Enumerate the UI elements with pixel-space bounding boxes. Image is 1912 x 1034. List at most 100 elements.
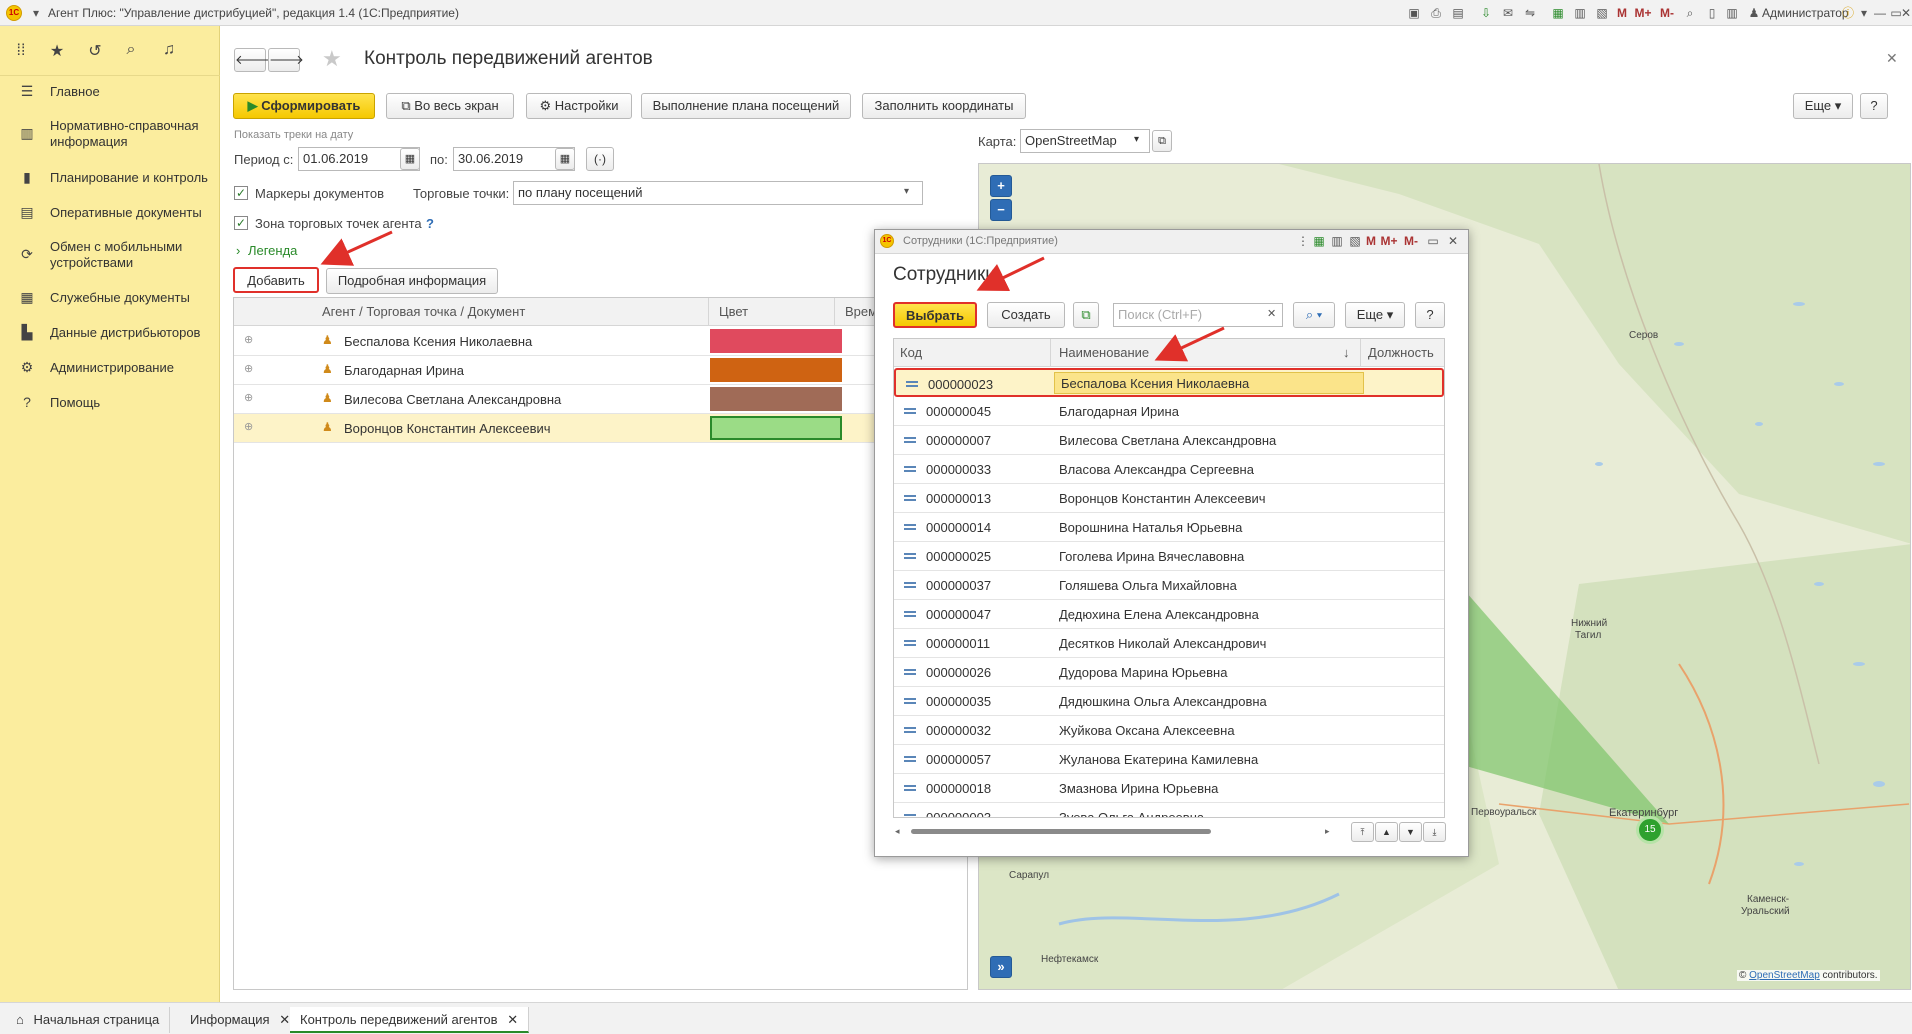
col-color[interactable]: Цвет xyxy=(709,298,748,326)
agent-color-swatch[interactable] xyxy=(710,416,842,440)
employee-row[interactable]: 000000003 Зуева Ольга Андреевна xyxy=(894,803,1444,817)
calendar-to-icon[interactable]: ▦ xyxy=(555,148,575,170)
download-icon[interactable]: ⇩ xyxy=(1478,5,1494,21)
agent-color-swatch[interactable] xyxy=(710,387,842,411)
agent-row[interactable]: ⊕ ♟ Благодарная Ирина xyxy=(234,356,967,385)
more-button[interactable]: Еще ▾ xyxy=(1793,93,1853,119)
sidebar-item-administration[interactable]: Администрирование xyxy=(0,360,220,376)
sidebar-item-reference[interactable]: Нормативно-справочная информация xyxy=(0,118,220,150)
employee-row[interactable]: 000000037 Голяшева Ольга Михайловна xyxy=(894,571,1444,600)
employee-row[interactable]: 000000035 Дядюшкина Ольга Александровна xyxy=(894,687,1444,716)
employee-row[interactable]: 000000026 Дудорова Марина Юрьевна xyxy=(894,658,1444,687)
memory-plus-icon[interactable]: M+ xyxy=(1632,5,1654,21)
close-window-icon[interactable]: ✕ xyxy=(1900,5,1912,21)
doc-markers-checkbox[interactable]: ✓ xyxy=(234,186,248,200)
close-tab-icon[interactable]: ✕ xyxy=(507,1012,518,1027)
calendar-from-icon[interactable]: ▦ xyxy=(400,148,420,170)
sidebar-item-service-docs[interactable]: Служебные документы xyxy=(0,290,220,306)
calendar-icon[interactable]: ▥ xyxy=(1572,5,1588,21)
expand-panel-button[interactable]: » xyxy=(990,956,1012,978)
create-button[interactable]: Создать xyxy=(987,302,1065,328)
memory-minus-icon[interactable]: M- xyxy=(1656,5,1678,21)
zone-checkbox[interactable]: ✓ xyxy=(234,216,248,230)
print-icon[interactable]: ⎙ xyxy=(1428,5,1444,21)
chevron-down-icon[interactable]: ▾ xyxy=(904,186,909,197)
columns-icon[interactable]: ▥ xyxy=(1724,5,1740,21)
back-button[interactable]: 🡐 xyxy=(234,48,270,72)
dialog-calculator-icon[interactable]: ▧ xyxy=(1347,233,1363,249)
generate-button[interactable]: ▶ Сформировать xyxy=(233,93,375,119)
agent-color-swatch[interactable] xyxy=(710,358,842,382)
sidebar-item-planning[interactable]: Планирование и контроль xyxy=(0,170,220,186)
apps-grid-icon[interactable]: ⁞⁞ xyxy=(12,42,30,60)
zoom-icon[interactable]: ⌕ xyxy=(1682,5,1698,21)
user-icon[interactable]: ♟ xyxy=(1746,5,1762,21)
employee-row[interactable]: 000000025 Гоголева Ирина Вячеславовна xyxy=(894,542,1444,571)
spreadsheet-icon[interactable]: ▦ xyxy=(1550,5,1566,21)
agent-row[interactable]: ⊕ ♟ Беспалова Ксения Николаевна xyxy=(234,327,967,356)
attribution-link[interactable]: OpenStreetMap xyxy=(1749,970,1820,981)
col-name[interactable]: Наименование xyxy=(1059,339,1149,367)
help-button[interactable]: ? xyxy=(1860,93,1888,119)
sidebar-item-distributor-data[interactable]: Данные дистрибьюторов xyxy=(0,325,220,341)
employee-row[interactable]: 000000033 Власова Александра Сергеевна xyxy=(894,455,1444,484)
expand-icon[interactable]: ⊕ xyxy=(244,391,253,404)
agent-color-swatch[interactable] xyxy=(710,329,842,353)
agent-row[interactable]: ⊕ ♟ Воронцов Константин Алексеевич xyxy=(234,414,967,443)
visit-plan-button[interactable]: Выполнение плана посещений xyxy=(641,93,851,119)
employee-row[interactable]: 000000045 Благодарная Ирина xyxy=(894,397,1444,426)
expand-icon[interactable]: ⊕ xyxy=(244,420,253,433)
employee-row[interactable]: 000000007 Вилесова Светлана Александровна xyxy=(894,426,1444,455)
dialog-menu-icon[interactable]: ⋮ xyxy=(1295,233,1311,249)
open-map-icon[interactable]: ⧉ xyxy=(1152,130,1172,152)
dialog-memory-minus-icon[interactable]: M- xyxy=(1401,233,1421,249)
search-input[interactable]: Поиск (Ctrl+F) xyxy=(1113,303,1283,327)
zoom-in-button[interactable]: + xyxy=(990,175,1012,197)
forward-button[interactable]: 🡒 xyxy=(268,48,304,72)
employee-row[interactable]: 000000047 Дедюхина Елена Александровна xyxy=(894,600,1444,629)
employee-row[interactable]: 000000023 Беспалова Ксения Николаевна xyxy=(894,368,1444,397)
clear-search-icon[interactable]: ✕ xyxy=(1267,307,1276,320)
zone-help-icon[interactable]: ? xyxy=(426,216,434,231)
scrollbar-thumb[interactable] xyxy=(911,829,1211,834)
dialog-calendar-icon[interactable]: ▥ xyxy=(1329,233,1345,249)
favorite-star-icon[interactable]: ★ xyxy=(322,46,342,72)
map-provider-select[interactable]: OpenStreetMap xyxy=(1020,129,1150,153)
agent-row[interactable]: ⊕ ♟ Вилесова Светлана Александровна xyxy=(234,385,967,414)
scroll-down-icon[interactable]: ▼ xyxy=(1399,822,1422,842)
expand-icon[interactable]: ⊕ xyxy=(244,362,253,375)
employee-row[interactable]: 000000057 Жуланова Екатерина Камилевна xyxy=(894,745,1444,774)
col-position[interactable]: Должность xyxy=(1368,339,1434,367)
search-icon[interactable]: ⌕ xyxy=(122,41,140,59)
dialog-memory-plus-icon[interactable]: M+ xyxy=(1379,233,1399,249)
col-agent[interactable]: Агент / Торговая точка / Документ xyxy=(322,298,525,326)
period-choose-button[interactable]: (·) xyxy=(586,147,614,171)
copy-icon[interactable]: ⧉ xyxy=(1073,302,1099,328)
close-form-icon[interactable]: ✕ xyxy=(1886,50,1898,67)
sidebar-item-main[interactable]: Главное xyxy=(0,84,220,100)
preview-icon[interactable]: ▤ xyxy=(1450,5,1466,21)
menu-dropdown-icon[interactable]: ▾ xyxy=(1856,5,1872,21)
employee-row[interactable]: 000000032 Жуйкова Оксана Алексеевна xyxy=(894,716,1444,745)
calculator-icon[interactable]: ▧ xyxy=(1594,5,1610,21)
tab-agent-control[interactable]: Контроль передвижений агентов ✕ xyxy=(290,1007,530,1033)
employee-row[interactable]: 000000011 Десятков Николай Александрович xyxy=(894,629,1444,658)
fullscreen-button[interactable]: ⧉ Во весь экран xyxy=(386,93,514,119)
compare-icon[interactable]: ⇋ xyxy=(1522,5,1538,21)
favorites-star-icon[interactable]: ★ xyxy=(48,41,66,60)
tab-home[interactable]: ⌂ Начальная страница xyxy=(6,1007,171,1033)
search-options-button[interactable]: ⌕ ▾ xyxy=(1293,302,1335,328)
memory-m-icon[interactable]: M xyxy=(1614,5,1630,21)
employee-row[interactable]: 000000013 Воронцов Константин Алексеевич xyxy=(894,484,1444,513)
panel-icon[interactable]: ▯ xyxy=(1704,5,1720,21)
fill-coordinates-button[interactable]: Заполнить координаты xyxy=(862,93,1026,119)
sidebar-item-operational-docs[interactable]: Оперативные документы xyxy=(0,205,220,221)
zoom-out-button[interactable]: − xyxy=(990,199,1012,221)
expand-icon[interactable]: ⊕ xyxy=(244,333,253,346)
scroll-up-icon[interactable]: ▲ xyxy=(1375,822,1398,842)
details-button[interactable]: Подробная информация xyxy=(326,268,498,294)
tab-info[interactable]: Информация ✕ xyxy=(180,1007,302,1033)
dialog-help-button[interactable]: ? xyxy=(1415,302,1445,328)
settings-button[interactable]: ⚙ Настройки xyxy=(526,93,632,119)
sidebar-item-mobile-exchange[interactable]: Обмен с мобильными устройствами xyxy=(0,239,220,271)
